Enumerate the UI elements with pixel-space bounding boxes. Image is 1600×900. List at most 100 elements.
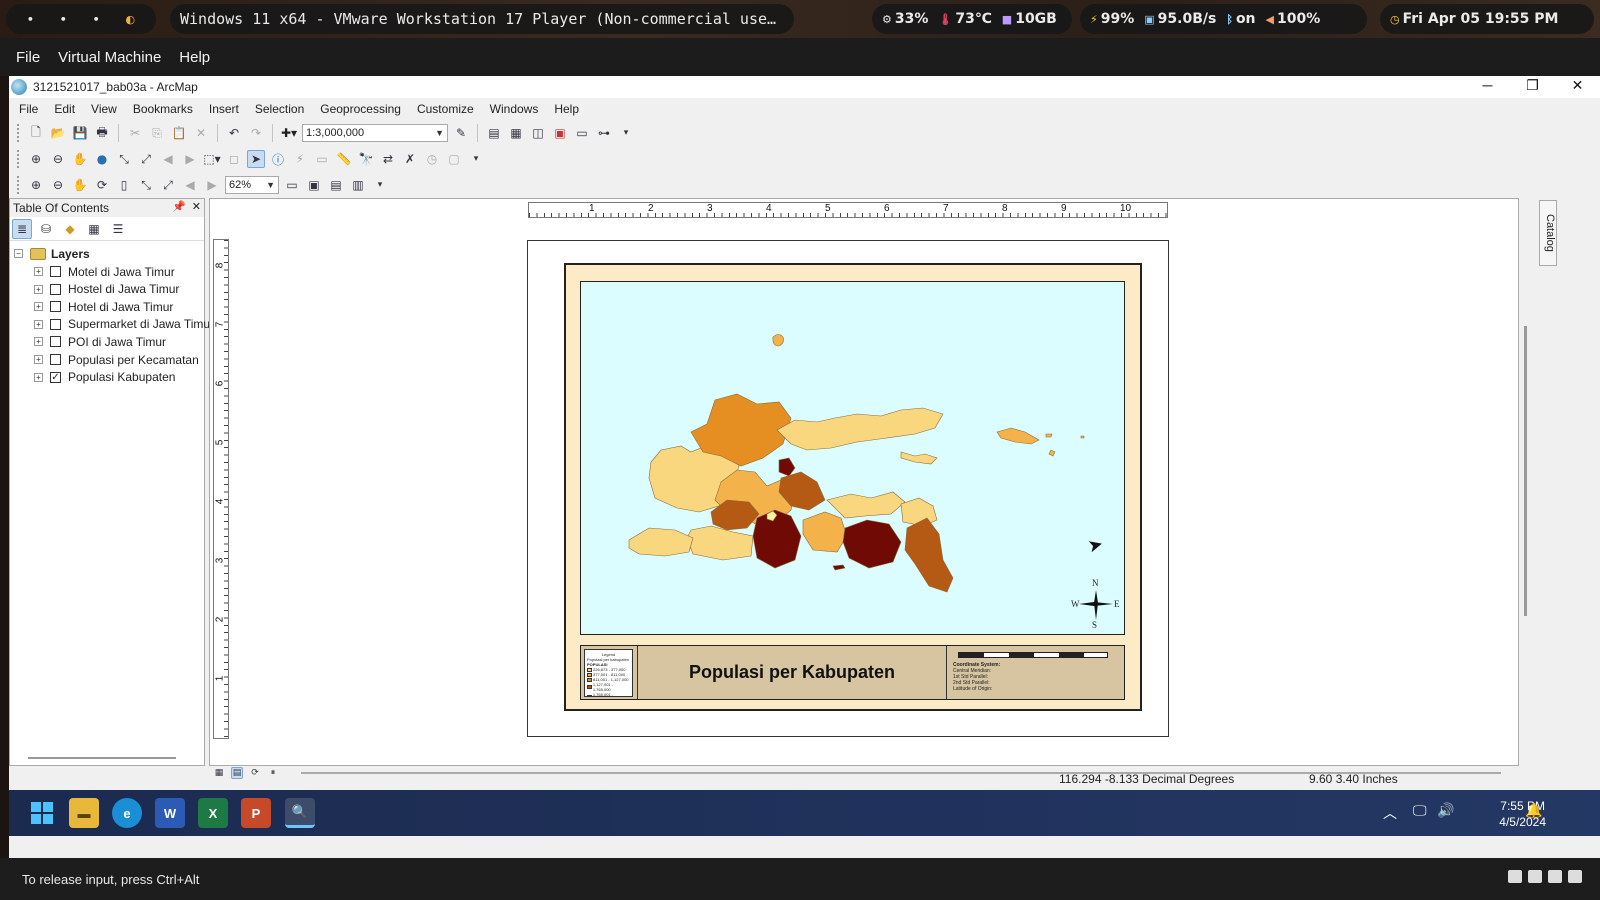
forward-extent-icon[interactable]: ▶: [181, 150, 199, 168]
restore-button[interactable]: ❐: [1510, 76, 1555, 98]
menu-selection[interactable]: Selection: [255, 102, 304, 116]
layer-visibility-checkbox[interactable]: ✓: [50, 371, 61, 383]
find-icon[interactable]: 🔭: [357, 150, 375, 168]
find-route-icon[interactable]: ⇄: [379, 150, 397, 168]
powerpoint-icon[interactable]: P: [241, 798, 271, 828]
expand-icon[interactable]: +: [34, 284, 43, 294]
collapse-icon[interactable]: −: [14, 249, 23, 258]
select-elements-icon[interactable]: ➤: [247, 150, 265, 168]
vm-usb-icon[interactable]: [1568, 870, 1582, 883]
workspace-2[interactable]: •: [60, 13, 67, 26]
python-window-icon[interactable]: ▭: [573, 124, 591, 142]
network-tray-icon[interactable]: 🖵: [1413, 803, 1427, 819]
toc-layer-row[interactable]: + POI di Jawa Timur: [34, 333, 166, 350]
menu-customize[interactable]: Customize: [417, 102, 474, 116]
toc-layer-row[interactable]: + ✓ Populasi Kabupaten: [34, 369, 175, 386]
vmware-menu-file[interactable]: File: [16, 49, 40, 66]
scale-and-coordinate-info[interactable]: Coordinate System: Central Meridian: 1st S…: [953, 650, 1123, 696]
expand-icon[interactable]: +: [34, 319, 43, 329]
toc-close-icon[interactable]: ✕: [192, 200, 201, 213]
notification-bell-icon[interactable]: 🔔: [1525, 803, 1542, 819]
clear-selection-icon[interactable]: ◻: [225, 150, 243, 168]
hyperlink-icon[interactable]: ⚡: [291, 150, 309, 168]
search-window-icon[interactable]: ◫: [529, 124, 547, 142]
arctoolbox-icon[interactable]: ▣: [551, 124, 569, 142]
expand-icon[interactable]: +: [34, 372, 43, 382]
toolbar-grip[interactable]: [17, 124, 21, 142]
measure-icon[interactable]: 📏: [335, 150, 353, 168]
toolbar-options-icon[interactable]: ▾: [617, 124, 635, 142]
redo-icon[interactable]: ↷: [247, 124, 265, 142]
layout-vertical-scrollbar[interactable]: [1524, 326, 1527, 616]
word-icon[interactable]: W: [155, 798, 185, 828]
editor-toolbar-icon[interactable]: ✎: [452, 124, 470, 142]
north-arrow[interactable]: N S W E: [1071, 578, 1121, 630]
catalog-tab[interactable]: Catalog: [1539, 200, 1557, 266]
expand-icon[interactable]: +: [34, 355, 43, 364]
back-extent-icon[interactable]: ◀: [159, 150, 177, 168]
vm-network-icon[interactable]: [1528, 870, 1542, 883]
data-driven-pages-icon[interactable]: ▥: [349, 176, 367, 194]
zoom-in-icon[interactable]: ⊕: [27, 150, 45, 168]
expand-icon[interactable]: +: [34, 302, 43, 312]
toc-layer-row[interactable]: + Motel di Jawa Timur: [34, 263, 175, 280]
list-by-source-icon[interactable]: ⛁: [36, 219, 56, 239]
layer-visibility-checkbox[interactable]: [50, 354, 61, 365]
data-frame-map[interactable]: N S W E ➤: [580, 281, 1125, 635]
layout-zoom-out-icon[interactable]: ⊖: [49, 176, 67, 194]
map-scale-combo[interactable]: 1:3,000,000 ▼: [302, 124, 448, 142]
html-popup-icon[interactable]: ▭: [313, 150, 331, 168]
toolbar-grip[interactable]: [17, 150, 21, 168]
legend[interactable]: Legend Populasi per kabupaten POPULASI 2…: [584, 649, 633, 697]
full-extent-icon[interactable]: ●: [93, 150, 111, 168]
zoom-100-icon[interactable]: ▯: [115, 176, 133, 194]
pan-icon[interactable]: ✋: [71, 150, 89, 168]
menu-windows[interactable]: Windows: [490, 102, 539, 116]
expand-icon[interactable]: +: [34, 337, 43, 347]
layer-visibility-checkbox[interactable]: [50, 283, 61, 295]
print-icon[interactable]: 🖶: [93, 124, 111, 142]
toggle-draft-mode-icon[interactable]: ▭: [283, 176, 301, 194]
toc-layer-row[interactable]: + Populasi per Kecamatan: [34, 351, 199, 368]
layout-zoom-combo[interactable]: 62% ▼: [225, 176, 279, 194]
undo-icon[interactable]: ↶: [225, 124, 243, 142]
close-button[interactable]: ✕: [1555, 76, 1600, 98]
vmware-menu-help[interactable]: Help: [179, 49, 210, 66]
add-data-icon[interactable]: ✚▾: [280, 124, 298, 142]
menu-file[interactable]: File: [19, 102, 38, 116]
layer-visibility-checkbox[interactable]: [50, 318, 61, 330]
toolbar-options-icon[interactable]: ▾: [467, 150, 485, 168]
layers-root[interactable]: − Layers: [14, 245, 90, 262]
list-by-selection-icon[interactable]: ▦: [84, 219, 104, 239]
map-title[interactable]: Populasi per Kabupaten: [637, 646, 947, 699]
pin-icon[interactable]: 📌: [172, 200, 186, 213]
menu-help[interactable]: Help: [554, 102, 579, 116]
layer-visibility-checkbox[interactable]: [50, 301, 61, 313]
layout-zoom-in-icon[interactable]: ⊕: [27, 176, 45, 194]
minimize-button[interactable]: ─: [1465, 76, 1510, 98]
file-explorer-icon[interactable]: ▬: [69, 798, 99, 828]
list-by-visibility-icon[interactable]: ◆: [60, 219, 80, 239]
edge-icon[interactable]: e: [112, 798, 142, 828]
new-document-icon[interactable]: 🗋: [27, 124, 45, 142]
zoom-whole-page-icon[interactable]: ⟳: [93, 176, 111, 194]
host-clock[interactable]: ◷ Fri Apr 05 19:55 PM: [1380, 4, 1594, 34]
change-layout-icon[interactable]: ▤: [327, 176, 345, 194]
fixed-zoom-out-layout-icon[interactable]: ⤢: [159, 176, 177, 194]
toc-options-icon[interactable]: ☰: [108, 219, 128, 239]
identify-icon[interactable]: ⓘ: [269, 150, 287, 168]
go-to-xy-icon[interactable]: ✗: [401, 150, 419, 168]
arcmap-taskbar-icon[interactable]: 🔍: [285, 798, 315, 828]
catalog-window-icon[interactable]: ▦: [507, 124, 525, 142]
layer-visibility-checkbox[interactable]: [50, 266, 61, 277]
vm-device-icon[interactable]: [1508, 870, 1522, 883]
select-features-icon[interactable]: ⬚▾: [203, 150, 221, 168]
vmware-menu-virtual-machine[interactable]: Virtual Machine: [58, 49, 161, 66]
table-of-contents-icon[interactable]: ▤: [485, 124, 503, 142]
expand-icon[interactable]: +: [34, 267, 43, 276]
delete-icon[interactable]: ✕: [192, 124, 210, 142]
map-frame-border[interactable]: N S W E ➤ Legend Populasi per kabupaten …: [564, 263, 1142, 711]
workspace-switcher[interactable]: • • • ◐: [6, 4, 156, 34]
menu-view[interactable]: View: [91, 102, 117, 116]
toolbar-options-icon[interactable]: ▾: [371, 176, 389, 194]
